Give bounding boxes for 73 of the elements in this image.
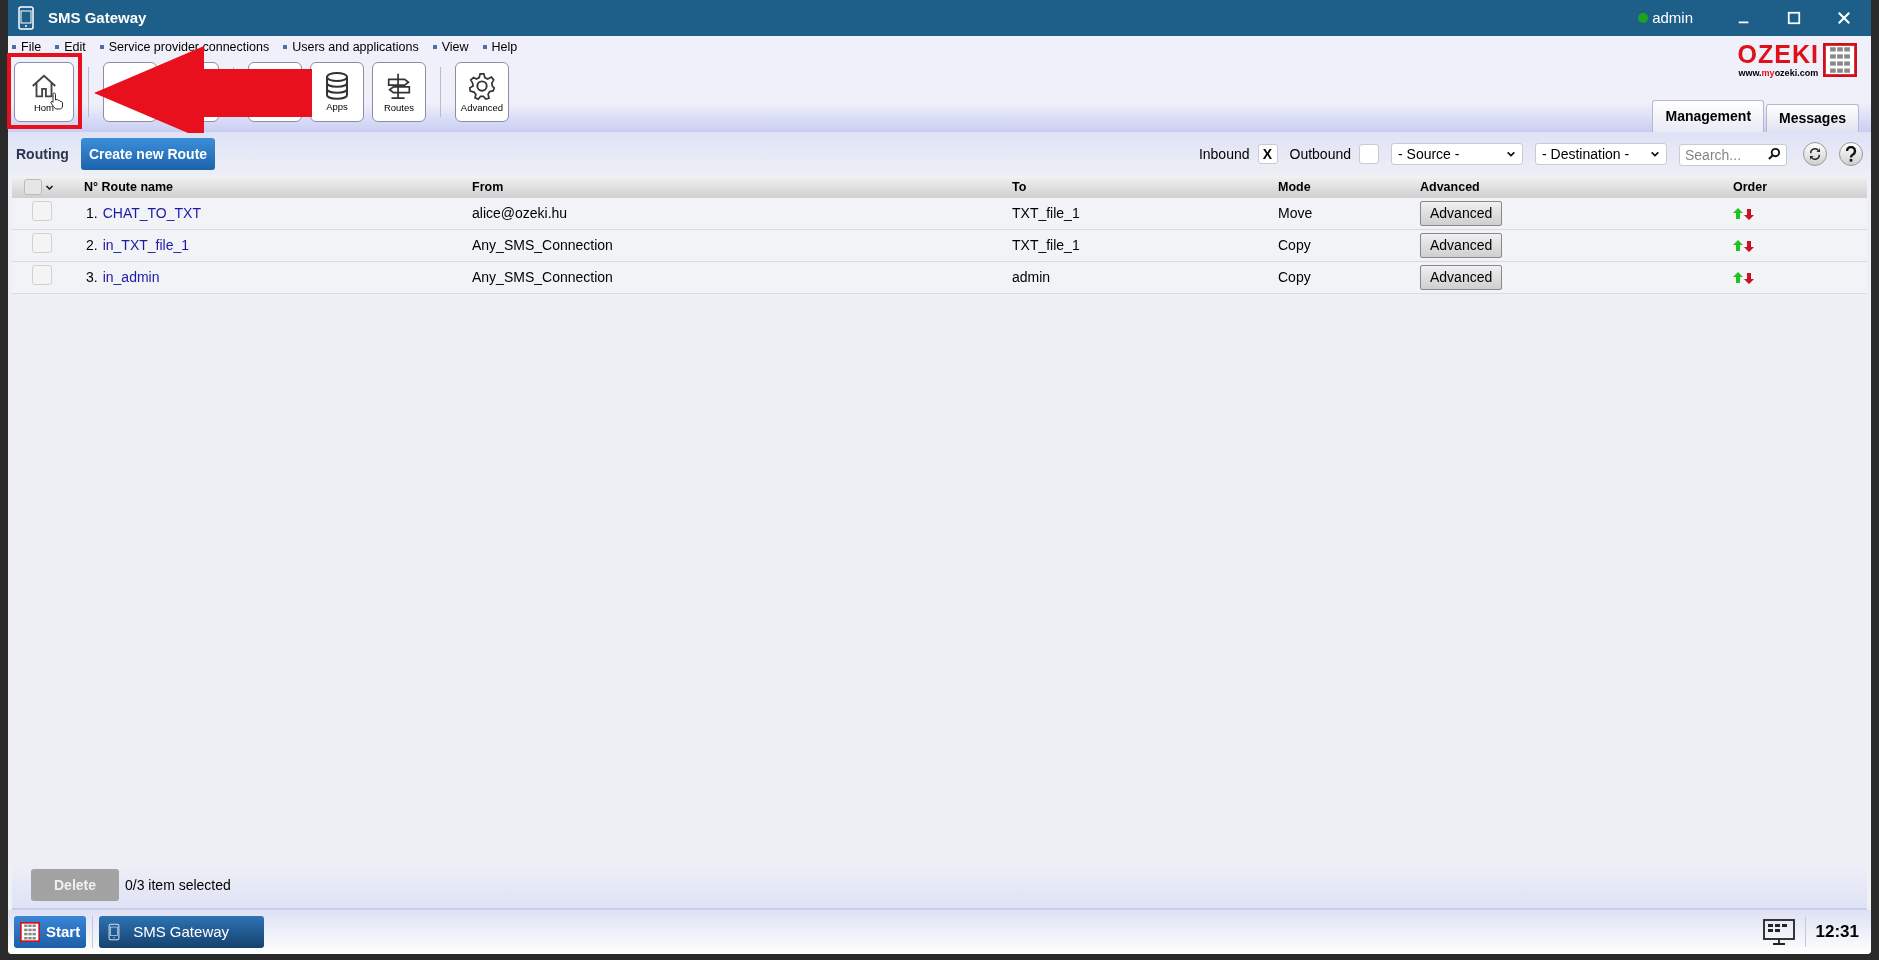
- table-cell-text: admin: [1012, 268, 1052, 287]
- tab[interactable]: Management: [1652, 100, 1765, 132]
- phone-icon: [16, 5, 36, 31]
- order-arrows-icon: [1733, 271, 1755, 284]
- row-checkbox[interactable]: [32, 201, 52, 221]
- help-button[interactable]: [1839, 142, 1863, 166]
- dropdown[interactable]: - Destination -: [1535, 143, 1667, 165]
- select-all-checkbox[interactable]: [24, 179, 42, 195]
- menu-item[interactable]: Service provider connections: [99, 38, 270, 57]
- order-arrows-icon: [1733, 239, 1755, 252]
- filter-label: Outbound: [1289, 144, 1351, 164]
- question-icon: [1845, 146, 1857, 162]
- settings-icon: [467, 71, 497, 102]
- search-icon: [1768, 147, 1781, 160]
- advanced-button[interactable]: Advanced: [1420, 233, 1503, 258]
- toolbar-button[interactable]: Routes: [372, 62, 426, 122]
- keypad-logo-icon: [1823, 43, 1857, 77]
- row-number: 1.: [86, 204, 98, 223]
- logo-url: www.myozeki.com: [1738, 69, 1819, 78]
- menu-item[interactable]: File: [12, 38, 42, 57]
- column-header: From: [472, 178, 505, 196]
- dropdown[interactable]: - Source -: [1391, 143, 1523, 165]
- keypad-icon: [20, 922, 40, 942]
- window-title: SMS Gateway: [48, 7, 147, 28]
- column-header: Order: [1733, 178, 1769, 196]
- toolbar-button[interactable]: Advanced: [455, 62, 509, 122]
- advanced-button[interactable]: Advanced: [1420, 265, 1503, 290]
- column-header: To: [1012, 178, 1028, 196]
- checkbox[interactable]: X: [1257, 144, 1278, 164]
- table-cell-text: TXT_file_1: [1012, 236, 1081, 255]
- toolbar-button[interactable]: Hom: [14, 62, 74, 122]
- caret-icon: [1650, 149, 1660, 159]
- menu-item[interactable]: Edit: [55, 38, 86, 57]
- order-arrows-icon: [1733, 207, 1755, 220]
- tab[interactable]: Messages: [1766, 104, 1859, 132]
- menu-item[interactable]: Help: [482, 38, 518, 57]
- refresh-icon: [1807, 146, 1823, 162]
- row-number: 3.: [86, 268, 98, 287]
- row-checkbox[interactable]: [32, 265, 52, 285]
- database-icon: [326, 72, 348, 101]
- menu-item[interactable]: Users and applications: [283, 38, 419, 57]
- toolbar-button[interactable]: Apps: [310, 62, 364, 122]
- section-title: Routing: [16, 144, 69, 164]
- clock: 12:31: [1815, 921, 1859, 944]
- refresh-button[interactable]: [1803, 142, 1827, 166]
- caret-icon: [1506, 149, 1516, 159]
- create-route-button[interactable]: Create new Route: [80, 138, 216, 170]
- route-name-link[interactable]: CHAT_TO_TXT: [102, 203, 201, 224]
- column-header: Mode: [1278, 178, 1312, 196]
- column-header: Advanced: [1420, 178, 1481, 196]
- table-cell-text: Copy: [1278, 268, 1312, 287]
- filter-label: Inbound: [1198, 144, 1250, 164]
- checkbox[interactable]: [1359, 144, 1379, 164]
- selection-count: 0/3 item selected: [125, 875, 231, 895]
- monitor-icon: [1762, 919, 1795, 945]
- table-cell-text: Move: [1278, 204, 1314, 223]
- logo-wordmark: OZEKI: [1737, 42, 1819, 67]
- route-name-link[interactable]: in_TXT_file_1: [102, 235, 190, 256]
- table-cell-text: Any_SMS_Connection: [472, 236, 614, 255]
- search-field[interactable]: Search...: [1679, 144, 1787, 166]
- column-header: N° Route name: [84, 178, 175, 196]
- menu-item[interactable]: View: [432, 38, 469, 57]
- route-name-link[interactable]: in_admin: [102, 267, 160, 288]
- table-cell-text: alice@ozeki.hu: [472, 204, 569, 223]
- table-cell-text: Copy: [1278, 236, 1312, 255]
- table-cell-text: Any_SMS_Connection: [472, 268, 614, 287]
- row-checkbox[interactable]: [32, 233, 52, 253]
- row-number: 2.: [86, 236, 98, 255]
- user-name: admin: [1652, 7, 1693, 28]
- taskbar-app-button[interactable]: SMS Gateway: [99, 916, 265, 948]
- start-button[interactable]: Start: [14, 916, 87, 948]
- advanced-button[interactable]: Advanced: [1420, 201, 1503, 226]
- table-cell-text: TXT_file_1: [1012, 204, 1081, 223]
